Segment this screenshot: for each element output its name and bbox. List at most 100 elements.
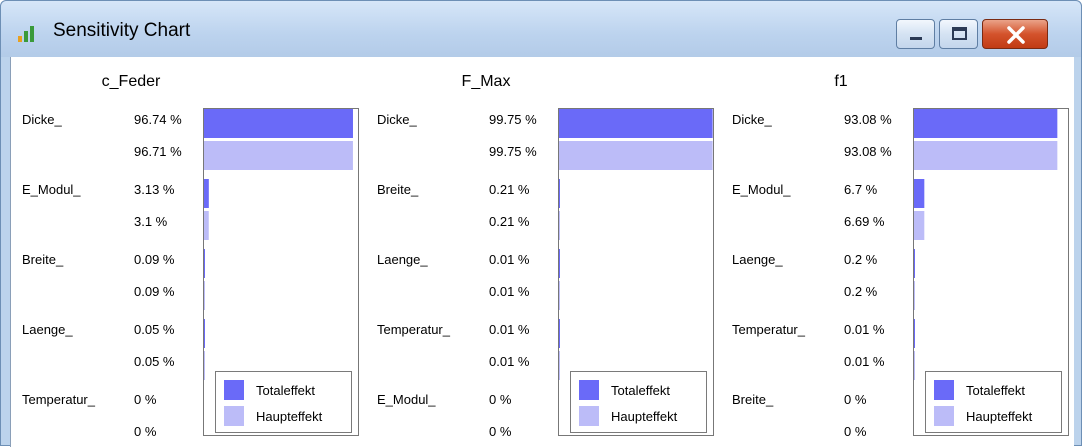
factor-label: Breite_ — [22, 252, 64, 267]
totaleffekt-value: 99.75 % — [489, 112, 537, 127]
chart-title: c_Feder — [101, 73, 161, 90]
factor-label: Temperatur_ — [377, 322, 450, 337]
window-title: Sensitivity Chart — [53, 20, 191, 41]
minimize-button[interactable] — [896, 19, 935, 49]
haupteffekt-bar — [914, 141, 1058, 170]
factor-label: Dicke_ — [377, 112, 417, 127]
haupteffekt-value: 0 % — [844, 424, 867, 439]
haupteffekt-bar — [559, 141, 713, 170]
close-button[interactable] — [982, 19, 1048, 49]
chart-panel-f-max: F_Max Dicke_ 99.75 % 99.75 % Breite_ 0.21 % 0… — [366, 57, 721, 447]
totaleffekt-value: 96.74 % — [134, 112, 182, 127]
totaleffekt-value: 0.01 % — [844, 322, 885, 337]
totaleffekt-bar — [914, 179, 925, 208]
totaleffekt-bar — [559, 249, 560, 278]
factor-label: Laenge_ — [377, 252, 428, 267]
totaleffekt-value: 0.01 % — [489, 322, 530, 337]
legend-swatch-totaleffekt — [224, 380, 244, 400]
totaleffekt-value: 6.7 % — [844, 182, 878, 197]
legend: Totaleffekt Haupteffekt — [215, 371, 352, 433]
haupteffekt-bar — [204, 281, 205, 310]
legend-label-totaleffekt: Totaleffekt — [611, 383, 671, 398]
totaleffekt-bar — [914, 109, 1058, 138]
legend-label-haupteffekt: Haupteffekt — [611, 409, 678, 424]
totaleffekt-bar — [559, 179, 560, 208]
totaleffekt-bar — [914, 319, 915, 348]
totaleffekt-bar — [204, 319, 205, 348]
haupteffekt-value: 99.75 % — [489, 144, 537, 159]
legend-swatch-totaleffekt — [579, 380, 599, 400]
legend: Totaleffekt Haupteffekt — [925, 371, 1062, 433]
haupteffekt-value: 0.2 % — [844, 284, 878, 299]
sensitivity-chart-window: Sensitivity Chart c_Feder Dicke_ 96.74 % 9… — [0, 0, 1082, 447]
close-icon — [1007, 26, 1025, 44]
haupteffekt-value: 0.21 % — [489, 214, 530, 229]
totaleffekt-value: 0.2 % — [844, 252, 878, 267]
haupteffekt-bar — [914, 211, 925, 240]
haupteffekt-value: 3.1 % — [134, 214, 168, 229]
legend-label-haupteffekt: Haupteffekt — [966, 409, 1033, 424]
totaleffekt-bar — [559, 109, 713, 138]
factor-label: E_Modul_ — [732, 182, 791, 197]
factor-label: Temperatur_ — [22, 392, 95, 407]
haupteffekt-bar — [559, 351, 560, 380]
factor-label: Laenge_ — [22, 322, 73, 337]
chart-panel-c-feder: c_Feder Dicke_ 96.74 % 96.71 % E_Modul_ 3.13… — [11, 57, 366, 447]
totaleffekt-value: 0 % — [489, 392, 512, 407]
haupteffekt-value: 0.01 % — [489, 354, 530, 369]
maximize-button[interactable] — [939, 19, 978, 49]
bar-chart: Totaleffekt Haupteffekt — [558, 108, 714, 436]
bar-chart: Totaleffekt Haupteffekt — [913, 108, 1069, 436]
factor-label: Breite_ — [732, 392, 774, 407]
legend-swatch-totaleffekt — [934, 380, 954, 400]
haupteffekt-bar — [559, 211, 560, 240]
legend: Totaleffekt Haupteffekt — [570, 371, 707, 433]
maximize-icon — [952, 27, 967, 40]
haupteffekt-bar — [914, 351, 915, 380]
totaleffekt-value: 0.05 % — [134, 322, 175, 337]
totaleffekt-bar — [559, 319, 560, 348]
totaleffekt-value: 0.01 % — [489, 252, 530, 267]
factor-label: Dicke_ — [732, 112, 772, 127]
haupteffekt-value: 0.09 % — [134, 284, 175, 299]
legend-swatch-haupteffekt — [934, 406, 954, 426]
totaleffekt-value: 0 % — [134, 392, 157, 407]
minimize-icon — [910, 37, 922, 40]
legend-label-totaleffekt: Totaleffekt — [256, 383, 316, 398]
factor-label: Breite_ — [377, 182, 419, 197]
factor-label: Laenge_ — [732, 252, 783, 267]
haupteffekt-value: 0 % — [489, 424, 512, 439]
totaleffekt-value: 93.08 % — [844, 112, 892, 127]
haupteffekt-value: 96.71 % — [134, 144, 182, 159]
totaleffekt-value: 0 % — [844, 392, 867, 407]
legend-label-totaleffekt: Totaleffekt — [966, 383, 1026, 398]
haupteffekt-value: 0 % — [134, 424, 157, 439]
chart-area: c_Feder Dicke_ 96.74 % 96.71 % E_Modul_ 3.13… — [10, 57, 1074, 447]
haupteffekt-bar — [914, 281, 915, 310]
legend-label-haupteffekt: Haupteffekt — [256, 409, 323, 424]
totaleffekt-bar — [914, 249, 915, 278]
factor-label: Dicke_ — [22, 112, 62, 127]
haupteffekt-bar — [204, 351, 205, 380]
legend-swatch-haupteffekt — [579, 406, 599, 426]
haupteffekt-value: 0.01 % — [844, 354, 885, 369]
totaleffekt-value: 0.21 % — [489, 182, 530, 197]
haupteffekt-value: 6.69 % — [844, 214, 885, 229]
bar-chart-icon — [18, 26, 34, 42]
totaleffekt-bar — [204, 179, 209, 208]
totaleffekt-value: 3.13 % — [134, 182, 175, 197]
totaleffekt-bar — [204, 249, 205, 278]
chart-title: f1 — [834, 73, 848, 90]
factor-label: Temperatur_ — [732, 322, 805, 337]
haupteffekt-bar — [204, 141, 353, 170]
totaleffekt-bar — [204, 109, 353, 138]
factor-label: E_Modul_ — [377, 392, 436, 407]
haupteffekt-bar — [559, 281, 560, 310]
haupteffekt-value: 93.08 % — [844, 144, 892, 159]
haupteffekt-value: 0.05 % — [134, 354, 175, 369]
chart-panel-f1: f1 Dicke_ 93.08 % 93.08 % E_Modul_ 6.7 % 6.69… — [721, 57, 1076, 447]
title-bar[interactable]: Sensitivity Chart — [1, 1, 1081, 57]
legend-swatch-haupteffekt — [224, 406, 244, 426]
bar-chart: Totaleffekt Haupteffekt — [203, 108, 359, 436]
haupteffekt-bar — [204, 211, 209, 240]
